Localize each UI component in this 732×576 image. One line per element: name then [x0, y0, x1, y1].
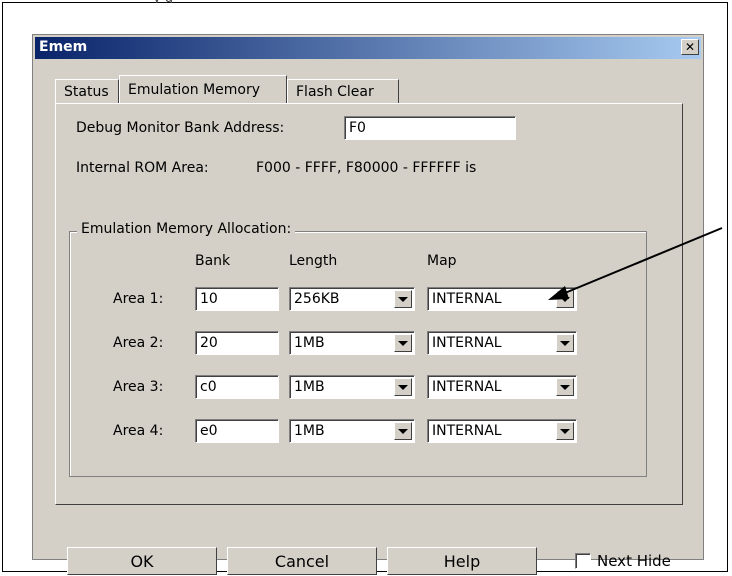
chevron-down-icon: [398, 428, 408, 434]
length-value: 1MB: [294, 423, 325, 439]
area-label: Area 4:: [113, 423, 164, 439]
title-bar: Emem ✕: [35, 37, 701, 59]
length-value: 1MB: [294, 379, 325, 395]
chevron-down-icon: [398, 340, 408, 346]
internal-rom-value: F000 - FFFF, F80000 - FFFFFF is: [256, 160, 477, 176]
close-icon: ✕: [684, 40, 696, 54]
chevron-down-icon: [560, 384, 570, 390]
header-text: y g: [153, 0, 673, 3]
internal-rom-label: Internal ROM Area:: [76, 160, 209, 176]
area-label: Area 2:: [113, 335, 164, 351]
dropdown-arrow[interactable]: [394, 290, 412, 308]
dropdown-arrow[interactable]: [556, 422, 574, 440]
map-select[interactable]: INTERNAL: [427, 419, 577, 443]
map-select[interactable]: INTERNAL: [427, 375, 577, 399]
length-select[interactable]: 256KB: [289, 287, 415, 311]
allocation-group-title: Emulation Memory Allocation:: [77, 221, 296, 237]
area-label: Area 3:: [113, 379, 164, 395]
chevron-down-icon: [560, 428, 570, 434]
ok-button[interactable]: OK: [67, 547, 217, 575]
map-header: Map: [427, 253, 457, 269]
tab-status[interactable]: Status: [55, 79, 119, 103]
bank-input[interactable]: c0: [195, 375, 279, 399]
dropdown-arrow[interactable]: [394, 422, 412, 440]
cancel-button[interactable]: Cancel: [227, 547, 377, 575]
map-value: INTERNAL: [432, 423, 502, 439]
length-header: Length: [289, 253, 338, 269]
length-select[interactable]: 1MB: [289, 331, 415, 355]
length-value: 1MB: [294, 335, 325, 351]
dropdown-arrow[interactable]: [394, 378, 412, 396]
window-title: Emem: [39, 39, 88, 55]
bank-header: Bank: [195, 253, 231, 269]
dropdown-arrow[interactable]: [556, 334, 574, 352]
area-label: Area 1:: [113, 291, 164, 307]
map-value: INTERNAL: [432, 291, 502, 307]
length-select[interactable]: 1MB: [289, 419, 415, 443]
map-value: INTERNAL: [432, 379, 502, 395]
tab-emulation-memory[interactable]: Emulation Memory: [119, 75, 287, 103]
help-button[interactable]: Help: [387, 547, 537, 575]
close-button[interactable]: ✕: [681, 39, 699, 55]
emem-dialog: Emem ✕ Status Emulation Memory Flash Cle…: [32, 34, 704, 575]
bank-input[interactable]: 10: [195, 287, 279, 311]
bank-input[interactable]: 20: [195, 331, 279, 355]
chevron-down-icon: [398, 384, 408, 390]
dropdown-arrow[interactable]: [394, 334, 412, 352]
next-hide-checkbox[interactable]: [575, 553, 591, 569]
tab-flash-clear[interactable]: Flash Clear: [287, 79, 399, 103]
chevron-down-icon: [560, 296, 570, 302]
chevron-down-icon: [398, 296, 408, 302]
length-select[interactable]: 1MB: [289, 375, 415, 399]
chevron-down-icon: [560, 340, 570, 346]
map-select[interactable]: INTERNAL: [427, 287, 577, 311]
map-value: INTERNAL: [432, 335, 502, 351]
dropdown-arrow[interactable]: [556, 378, 574, 396]
length-value: 256KB: [294, 291, 340, 307]
debug-monitor-input[interactable]: F0: [344, 116, 516, 140]
debug-monitor-label: Debug Monitor Bank Address:: [76, 120, 285, 136]
next-hide-label: Next Hide: [597, 552, 671, 570]
bank-input[interactable]: e0: [195, 419, 279, 443]
map-select[interactable]: INTERNAL: [427, 331, 577, 355]
dropdown-arrow[interactable]: [556, 290, 574, 308]
